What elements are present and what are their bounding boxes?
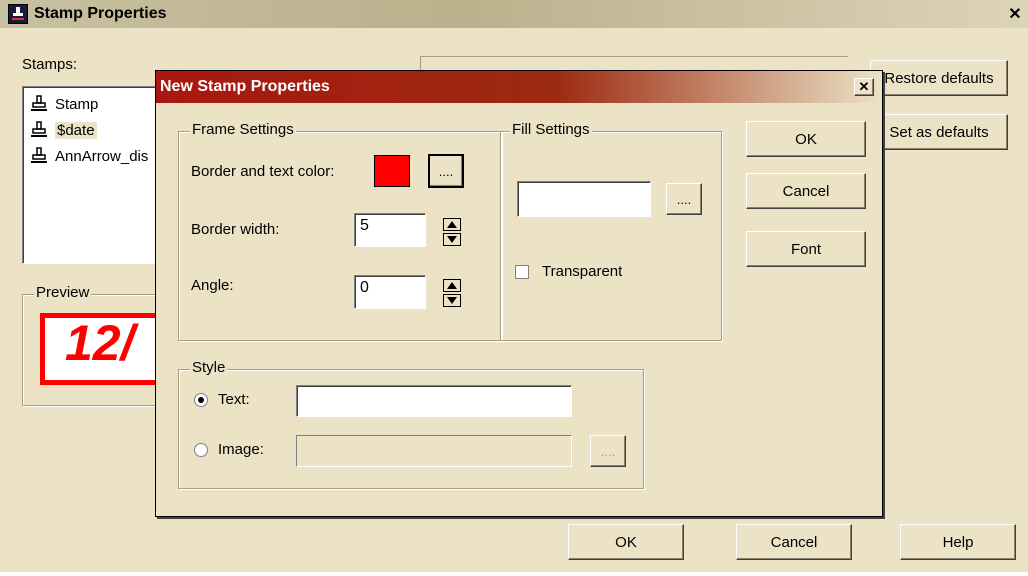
stamps-list-item-label: Stamp	[55, 95, 99, 113]
border-width-input[interactable]: 5	[354, 213, 426, 247]
image-radio[interactable]	[194, 443, 208, 457]
transparent-label: Transparent	[542, 263, 623, 280]
stamps-label: Stamps:	[22, 56, 78, 73]
stamps-list-item[interactable]: AnnArrow_dis	[29, 143, 148, 169]
outer-title-bar[interactable]: Stamp Properties ✕	[0, 0, 1028, 28]
preview-text: 12/	[65, 315, 135, 371]
spin-down-icon[interactable]	[443, 294, 461, 307]
dialog-title-bar[interactable]: New Stamp Properties ✕	[156, 71, 882, 103]
text-radio[interactable]	[194, 393, 208, 407]
preview-stamp: 12/	[40, 313, 162, 385]
restore-defaults-button[interactable]: Restore defaults	[870, 60, 1008, 96]
fill-color-picker-button[interactable]: ....	[666, 183, 702, 215]
fill-color-field[interactable]	[517, 181, 651, 217]
transparent-checkbox[interactable]	[515, 265, 529, 279]
stamps-list[interactable]: Stamp $date AnnArrow_dis	[22, 86, 162, 264]
dialog-title: New Stamp Properties	[160, 78, 330, 95]
stamps-list-item[interactable]: Stamp	[29, 91, 98, 117]
outer-ok-button[interactable]: OK	[568, 524, 684, 560]
fill-settings-legend: Fill Settings	[510, 121, 592, 138]
preview-label: Preview	[34, 284, 92, 301]
angle-spinner[interactable]	[443, 279, 461, 307]
spin-down-icon[interactable]	[443, 233, 461, 246]
dialog-close-icon[interactable]: ✕	[854, 78, 874, 96]
image-radio-label: Image:	[218, 441, 264, 458]
set-as-defaults-button[interactable]: Set as defaults	[870, 114, 1008, 150]
frame-settings-legend: Frame Settings	[190, 121, 296, 138]
dialog-font-button[interactable]: Font	[746, 231, 866, 267]
spin-up-icon[interactable]	[443, 218, 461, 231]
fill-settings-group	[500, 131, 722, 341]
outer-close-icon[interactable]: ✕	[1006, 5, 1024, 23]
style-legend: Style	[190, 359, 228, 376]
outer-help-button[interactable]: Help	[900, 524, 1016, 560]
outer-cancel-button[interactable]: Cancel	[736, 524, 852, 560]
stamp-icon	[31, 95, 47, 111]
stamps-list-item-label: $date	[55, 121, 97, 139]
spin-up-icon[interactable]	[443, 279, 461, 292]
stamp-icon	[31, 121, 47, 137]
stamps-list-item[interactable]: $date	[29, 117, 97, 143]
text-radio-label: Text:	[218, 391, 250, 408]
dialog-ok-button[interactable]: OK	[746, 121, 866, 157]
outer-right-group	[420, 56, 848, 70]
dialog-cancel-button[interactable]: Cancel	[746, 173, 866, 209]
border-width-spinner[interactable]	[443, 218, 461, 246]
outer-title: Stamp Properties	[34, 5, 167, 22]
border-color-picker-button[interactable]: ....	[428, 154, 464, 188]
stamp-icon	[31, 147, 47, 163]
new-stamp-properties-dialog: New Stamp Properties ✕ Frame Settings Bo…	[155, 70, 883, 517]
angle-input[interactable]: 0	[354, 275, 426, 309]
stamp-text-input[interactable]	[296, 385, 572, 417]
angle-label: Angle:	[191, 277, 234, 294]
border-width-label: Border width:	[191, 221, 280, 238]
stamp-app-icon	[8, 4, 28, 24]
border-color-swatch	[374, 155, 410, 187]
image-path-field	[296, 435, 572, 467]
stamps-list-item-label: AnnArrow_dis	[55, 147, 149, 165]
image-browse-button: ....	[590, 435, 626, 467]
border-color-label: Border and text color:	[191, 163, 335, 180]
